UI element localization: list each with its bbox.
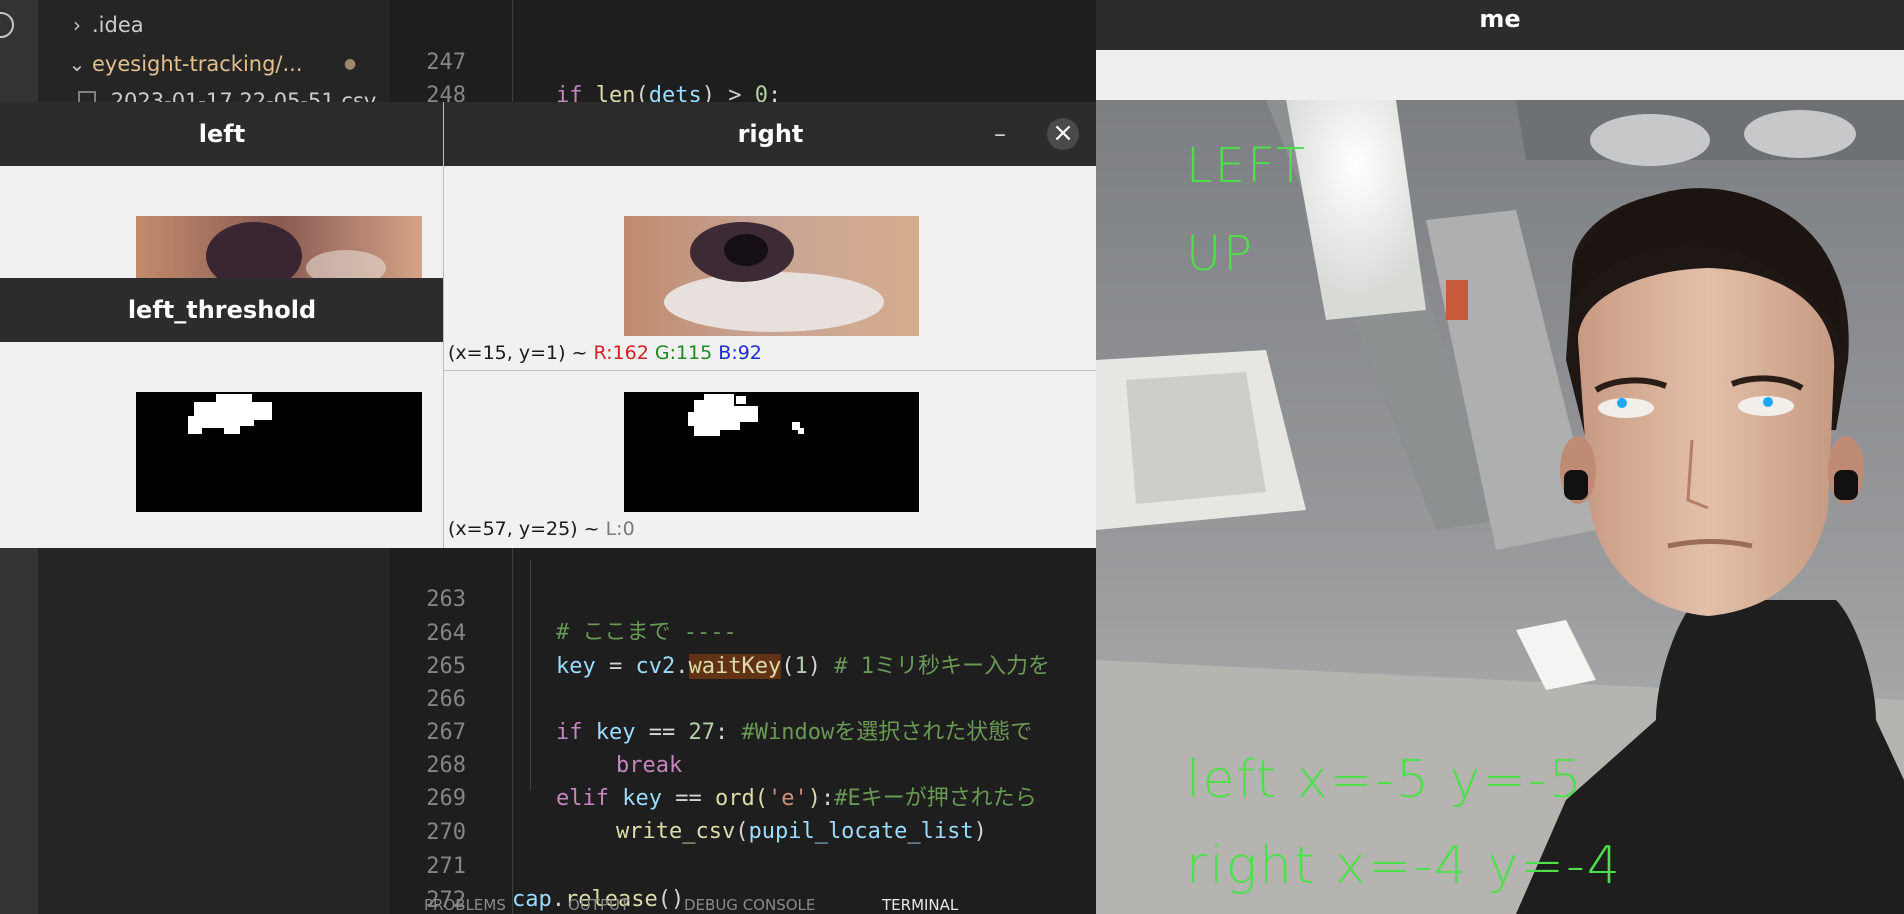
minimize-button[interactable]: – [994, 102, 1006, 166]
left-pupil-coords: left x=-5 y=-5 [1186, 750, 1584, 810]
code-line: 266 if key == 27: #Windowを選択された状態で [390, 650, 1096, 745]
tab-output[interactable]: OUTPUT [568, 896, 629, 914]
left-threshold-image [136, 392, 422, 512]
horizontal-direction-label: LEFT [1186, 138, 1308, 194]
threshold-status: (x=57, y=25) ~ L:0 [448, 518, 635, 540]
right-threshold-image [624, 392, 919, 512]
camera-window[interactable]: me LEFT UP left x=-5 y=-5 right x=-4 y=-… [1096, 0, 1904, 914]
tab-problems[interactable]: PROBLEMS [424, 896, 506, 914]
close-button[interactable]: × [1047, 118, 1079, 150]
tree-item-idea[interactable]: › .idea [38, 10, 390, 40]
vertical-direction-label: UP [1186, 226, 1255, 282]
camera-feed: LEFT UP left x=-5 y=-5 right x=-4 y=-4 [1096, 100, 1904, 914]
tab-debug-console[interactable]: DEBUG CONSOLE [684, 896, 815, 914]
tree-item-label: .idea [92, 13, 144, 37]
window-title: right – × [444, 102, 1097, 166]
left-pupil-marker [1617, 398, 1627, 408]
window-title: left_threshold [0, 278, 444, 342]
right-eye-image [624, 216, 919, 336]
chevron-right-icon: › [73, 13, 81, 37]
code-line: 265 [390, 617, 1096, 679]
code-line: 248 parts = predictor(frame, dets[0] [390, 46, 1096, 141]
tree-item-eyesight-tracking[interactable]: ⌄ eyesight-tracking/... ● [38, 49, 390, 79]
window-divider [444, 370, 1097, 371]
chevron-down-icon: ⌄ [68, 52, 86, 76]
tab-terminal[interactable]: TERMINAL [882, 896, 958, 914]
code-line: 271 cap.release() [390, 817, 1096, 912]
code-line: 272 cv2.destroyAllWindows() [390, 851, 1096, 913]
window-title: left [0, 102, 444, 166]
left-eye-window[interactable]: left [0, 102, 444, 280]
code-line: 247 if len(dets) > 0: [390, 13, 1096, 108]
code-line: 268 elif key == ord('e'):#Eキーが押されたら [390, 716, 1096, 811]
code-line: 267 break [390, 683, 1096, 778]
account-icon[interactable] [0, 12, 14, 38]
left-eye-image [136, 216, 422, 280]
window-title: me [1096, 0, 1904, 50]
tree-item-label: eyesight-tracking/... [92, 52, 303, 76]
window-title-text: right [737, 120, 804, 148]
right-eye-window[interactable]: right – × (x=15, y=1) ~ R:162 G:115 B:92… [443, 102, 1097, 548]
modified-dot-icon: ● [344, 56, 357, 72]
right-pupil-marker [1763, 397, 1773, 407]
code-line: 270 [390, 783, 1096, 845]
right-pupil-coords: right x=-4 y=-4 [1186, 836, 1622, 896]
pixel-status: (x=15, y=1) ~ R:162 G:115 B:92 [448, 342, 762, 364]
left-threshold-window[interactable]: left_threshold [0, 278, 444, 548]
code-line: 263 # ここまで ---- [390, 550, 1096, 645]
close-icon: × [1052, 118, 1074, 148]
panel-tabs: PROBLEMS OUTPUT DEBUG CONSOLE TERMINAL [390, 896, 1096, 914]
code-line: 264 key = cv2.waitKey(1) # 1ミリ秒キー入力を [390, 584, 1096, 679]
code-line: 269 write_csv(pupil_locate_list) [390, 749, 1096, 844]
